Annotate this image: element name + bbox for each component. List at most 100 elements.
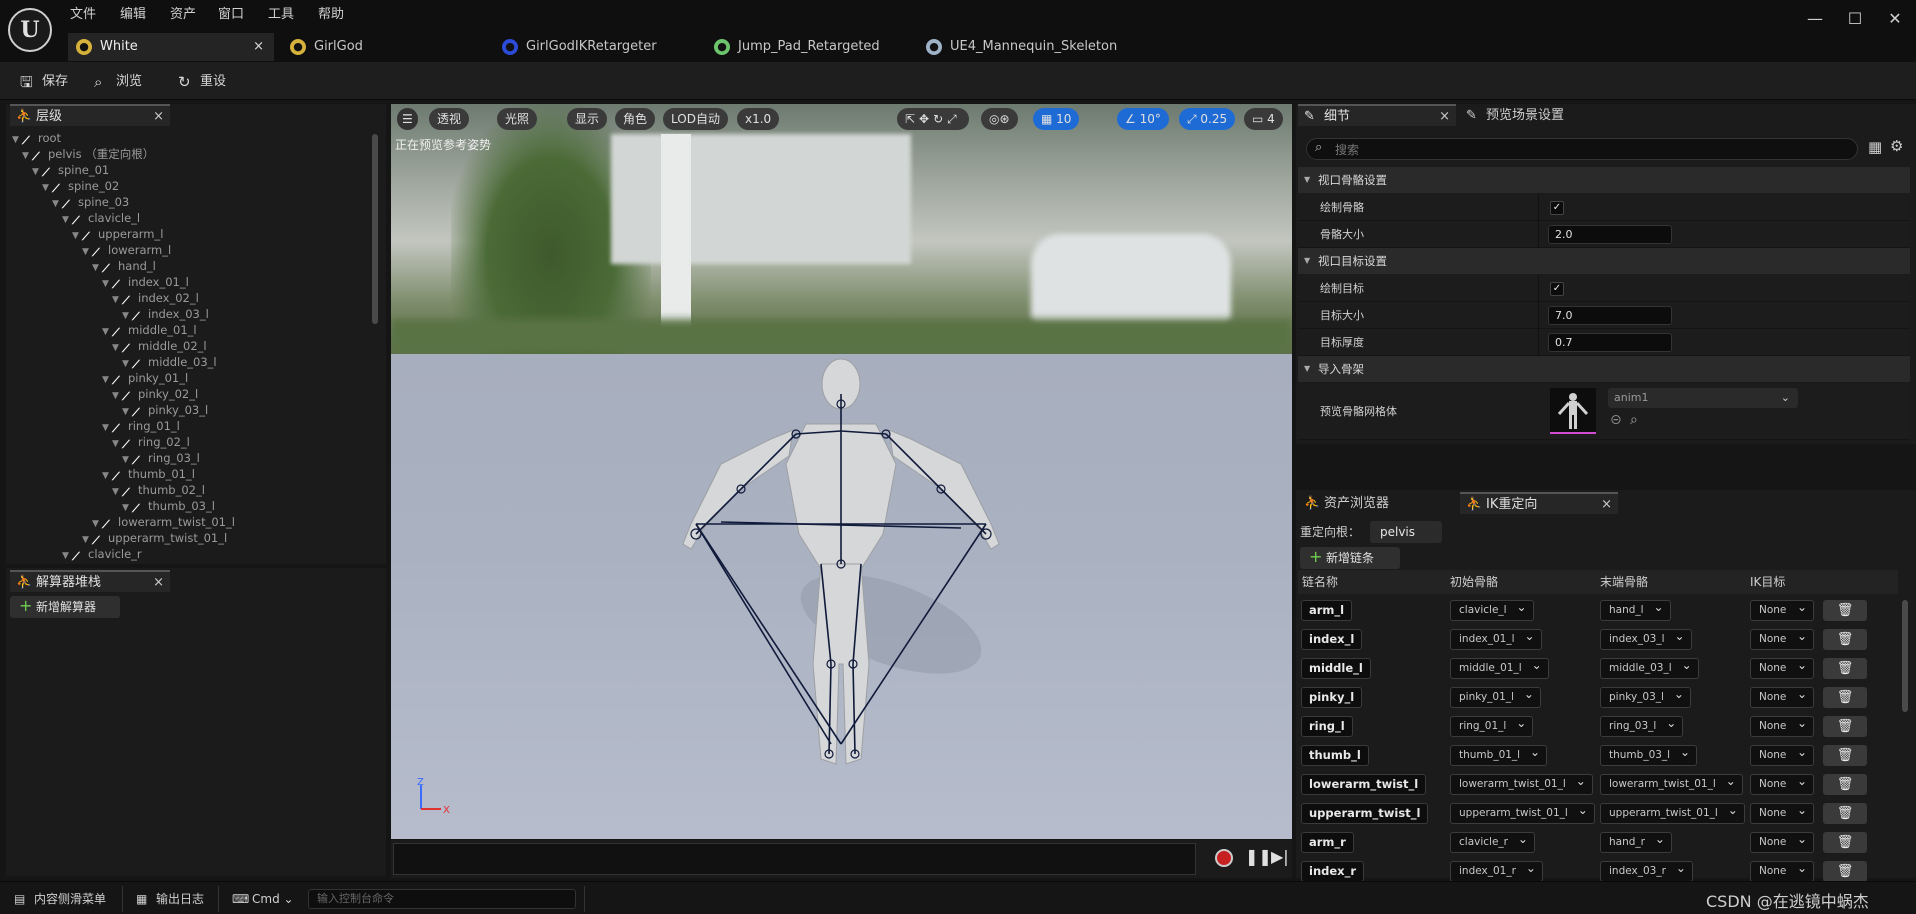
lit-button[interactable]: 光照 — [497, 108, 538, 130]
chain-name-field[interactable]: upperarm_twist_l — [1301, 803, 1429, 824]
chain-name-field[interactable]: index_l — [1301, 629, 1363, 650]
end-bone-dropdown[interactable]: lowerarm_twist_01_l — [1600, 772, 1743, 795]
expand-arrow-icon[interactable]: ▼ — [102, 276, 112, 292]
close-tab-icon[interactable]: × — [1439, 106, 1450, 128]
reset-button[interactable]: ↻ 重设 — [176, 69, 226, 95]
delete-chain-icon[interactable]: 🗑 — [1823, 774, 1867, 795]
asset-browser-tab[interactable]: ⛹ 资产浏览器 — [1298, 492, 1452, 516]
number-field[interactable]: 0.7 — [1548, 333, 1672, 352]
end-bone-dropdown[interactable]: index_03_l — [1600, 627, 1692, 650]
start-bone-dropdown[interactable]: index_01_r — [1450, 859, 1543, 882]
browse-button[interactable]: ⌕ 浏览 — [92, 69, 142, 95]
snap-tools[interactable]: ◎⊛ — [981, 108, 1018, 130]
details-search-input[interactable]: ⌕ 搜索 — [1306, 138, 1858, 160]
expand-arrow-icon[interactable]: ▼ — [112, 388, 122, 404]
tree-item[interactable]: ▼ ⟋ thumb_02_l — [112, 482, 205, 500]
step-forward-icon[interactable]: ▶| — [1271, 847, 1289, 866]
ik-goal-dropdown[interactable]: None — [1750, 772, 1814, 795]
tree-item[interactable]: ▼ ⟋ upperarm_twist_01_l — [82, 530, 227, 547]
tree-item[interactable]: ▼ ⟋ thumb_03_l — [122, 498, 215, 515]
tree-item[interactable]: ▼ ⟋ pelvis （重定向根） — [22, 146, 154, 163]
expand-arrow-icon[interactable]: ▼ — [72, 228, 82, 244]
viewport[interactable]: ☰ 透视 光照 显示 角色 LOD自动 x1.0 ⇱✥↻⤢ ◎⊛ ▦ 10 ∠ … — [391, 104, 1292, 839]
end-bone-dropdown[interactable]: pinky_03_l — [1600, 685, 1691, 708]
preview-scene-tab[interactable]: ✎ 预览场景设置 — [1460, 104, 1620, 128]
checkbox[interactable]: ✓ — [1550, 282, 1564, 296]
expand-arrow-icon[interactable]: ▼ — [112, 292, 122, 308]
start-bone-dropdown[interactable]: upperarm_twist_01_l — [1450, 801, 1595, 824]
expand-arrow-icon[interactable]: ▼ — [112, 484, 122, 500]
start-bone-dropdown[interactable]: lowerarm_twist_01_l — [1450, 772, 1593, 795]
ik-goal-dropdown[interactable]: None — [1750, 598, 1814, 621]
start-bone-dropdown[interactable]: clavicle_l — [1450, 598, 1534, 621]
expand-arrow-icon[interactable]: ▼ — [102, 420, 112, 436]
document-tab-1[interactable]: ● GirlGod — [282, 33, 492, 61]
tree-item[interactable]: ▼ ⟋ lowerarm_l — [82, 242, 171, 260]
lod-button[interactable]: LOD自动 — [663, 108, 728, 130]
end-bone-dropdown[interactable]: ring_03_l — [1600, 714, 1684, 737]
perspective-button[interactable]: 透视 — [429, 108, 470, 130]
tree-item[interactable]: ▼ ⟋ index_01_l — [102, 274, 189, 292]
delete-chain-icon[interactable]: 🗑 — [1823, 832, 1867, 853]
number-field[interactable]: 7.0 — [1548, 306, 1672, 325]
end-bone-dropdown[interactable]: hand_l — [1600, 598, 1671, 621]
tree-item[interactable]: ▼ ⟋ pinky_03_l — [122, 402, 208, 419]
ik-goal-dropdown[interactable]: None — [1750, 656, 1814, 679]
chain-name-field[interactable]: arm_r — [1301, 832, 1354, 853]
tree-item[interactable]: ▼ ⟋ spine_02 — [42, 178, 119, 195]
document-tab-4[interactable]: ● UE4_Mannequin_Skeleton — [918, 33, 1148, 61]
timeline-track[interactable] — [393, 843, 1196, 875]
end-bone-dropdown[interactable]: thumb_03_l — [1600, 743, 1698, 766]
chain-name-field[interactable]: arm_l — [1301, 600, 1353, 621]
browse-asset-icon[interactable]: ⌕ — [1630, 410, 1638, 430]
tree-item[interactable]: ▼ ⟋ root — [12, 130, 61, 147]
use-selected-icon[interactable]: ⊝ — [1610, 410, 1622, 430]
show-button[interactable]: 显示 — [567, 108, 608, 130]
start-bone-dropdown[interactable]: clavicle_r — [1450, 830, 1535, 853]
end-bone-dropdown[interactable]: hand_r — [1600, 830, 1672, 853]
number-field[interactable]: 2.0 — [1548, 225, 1672, 244]
viewport-menu-button[interactable]: ☰ — [397, 108, 418, 130]
document-tab-0[interactable]: ● White × — [68, 33, 274, 61]
preview-mesh-dropdown[interactable]: anim1 ⌄ — [1608, 388, 1798, 408]
delete-chain-icon[interactable]: 🗑 — [1823, 803, 1867, 824]
expand-arrow-icon[interactable]: ▼ — [82, 244, 92, 260]
document-tab-2[interactable]: ● GirlGodIKRetargeter — [494, 33, 704, 61]
close-tab-icon[interactable]: × — [153, 572, 164, 594]
section-header[interactable]: 视口目标设置 — [1298, 248, 1910, 274]
delete-chain-icon[interactable]: 🗑 — [1823, 658, 1867, 679]
speed-button[interactable]: x1.0 — [737, 108, 780, 130]
tree-item[interactable]: ▼ ⟋ hand_l — [92, 258, 156, 276]
tree-item[interactable]: ▼ ⟋ upperarm_l — [72, 226, 163, 244]
character-button[interactable]: 角色 — [615, 108, 656, 130]
ik-goal-dropdown[interactable]: None — [1750, 627, 1814, 650]
tree-item[interactable]: ▼ ⟋ pinky_01_l — [102, 370, 188, 388]
menu-item-3[interactable]: 窗口 — [218, 4, 244, 26]
expand-arrow-icon[interactable]: ▼ — [102, 324, 112, 340]
start-bone-dropdown[interactable]: pinky_01_l — [1450, 685, 1541, 708]
tree-item[interactable]: ▼ ⟋ spine_01 — [32, 162, 109, 179]
expand-arrow-icon[interactable]: ▼ — [92, 260, 102, 276]
chain-name-field[interactable]: ring_l — [1301, 716, 1353, 737]
close-tab-icon[interactable]: × — [1601, 494, 1612, 516]
output-log-button[interactable]: ▦ 输出日志 — [134, 888, 204, 910]
ik-goal-dropdown[interactable]: None — [1750, 859, 1814, 882]
end-bone-dropdown[interactable]: middle_03_l — [1600, 656, 1699, 679]
expand-arrow-icon[interactable]: ▼ — [112, 436, 122, 452]
menu-item-2[interactable]: 资产 — [170, 4, 196, 26]
content-drawer-button[interactable]: ▤ 内容侧滑菜单 — [12, 888, 106, 910]
chain-name-field[interactable]: thumb_l — [1301, 745, 1369, 766]
tree-item[interactable]: ▼ ⟋ lowerarm_twist_01_l — [92, 514, 235, 531]
expand-arrow-icon[interactable]: ▼ — [102, 372, 112, 388]
delete-chain-icon[interactable]: 🗑 — [1823, 600, 1867, 621]
expand-arrow-icon[interactable]: ▼ — [62, 212, 72, 228]
end-bone-dropdown[interactable]: upperarm_twist_01_l — [1600, 801, 1745, 824]
tree-item[interactable]: ▼ ⟋ thumb_01_l — [102, 466, 195, 483]
close-tab-icon[interactable]: × — [153, 106, 164, 128]
ik-retarget-tab[interactable]: ⛹ IK重定向 × — [1460, 492, 1618, 514]
unreal-logo-icon[interactable]: U — [8, 8, 52, 52]
camera-speed-button[interactable]: ▭ 4 — [1244, 108, 1283, 130]
tree-item[interactable]: ▼ ⟋ spine_03 — [52, 194, 129, 211]
scale-snap-button[interactable]: ⤢ 0.25 — [1179, 108, 1236, 130]
pause-icon[interactable]: ❚❚ — [1245, 847, 1272, 866]
